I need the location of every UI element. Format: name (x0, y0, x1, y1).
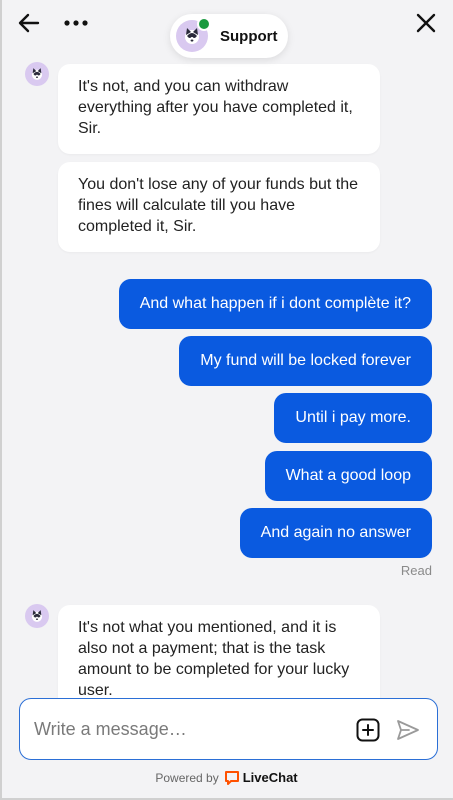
powered-by-label: Powered by (155, 770, 219, 785)
send-button[interactable] (395, 717, 421, 743)
read-receipt: Read (400, 563, 432, 578)
agent-avatar (176, 17, 211, 52)
more-options-button[interactable] (58, 8, 94, 38)
chat-window: Support It's not, and you can withdraw e… (0, 0, 453, 800)
message-composer (19, 698, 438, 760)
user-message: My fund will be locked forever (179, 336, 432, 386)
more-dots-icon (64, 20, 88, 26)
add-attachment-icon (356, 718, 380, 742)
window-edge (0, 0, 2, 800)
message-input[interactable] (32, 713, 336, 745)
online-status-dot (197, 17, 211, 31)
brand-name: LiveChat (242, 770, 298, 785)
back-button[interactable] (14, 8, 44, 38)
agent-message: You don't lose any of your funds but the… (58, 162, 380, 252)
close-icon (416, 13, 436, 33)
user-message: What a good loop (264, 451, 432, 501)
send-icon (397, 720, 419, 740)
livechat-logo-icon (224, 770, 239, 785)
powered-by-footer: Powered by LiveChat (0, 770, 453, 785)
agent-name: Support (220, 27, 278, 45)
attach-button[interactable] (356, 718, 380, 742)
agent-message: It's not, and you can withdraw everythin… (58, 64, 380, 154)
message-agent-avatar (25, 604, 49, 628)
user-message: And what happen if i dont complète it? (118, 279, 432, 329)
livechat-brand[interactable]: LiveChat (224, 770, 298, 785)
husky-avatar-icon (31, 610, 43, 622)
close-button[interactable] (411, 8, 441, 38)
user-message: And again no answer (239, 508, 432, 558)
husky-avatar-icon (31, 68, 43, 80)
message-agent-avatar (25, 62, 49, 86)
top-bar: Support (0, 0, 453, 58)
arrow-left-icon (18, 13, 40, 33)
agent-header-pill[interactable]: Support (170, 14, 288, 58)
user-message: Until i pay more. (274, 393, 432, 443)
